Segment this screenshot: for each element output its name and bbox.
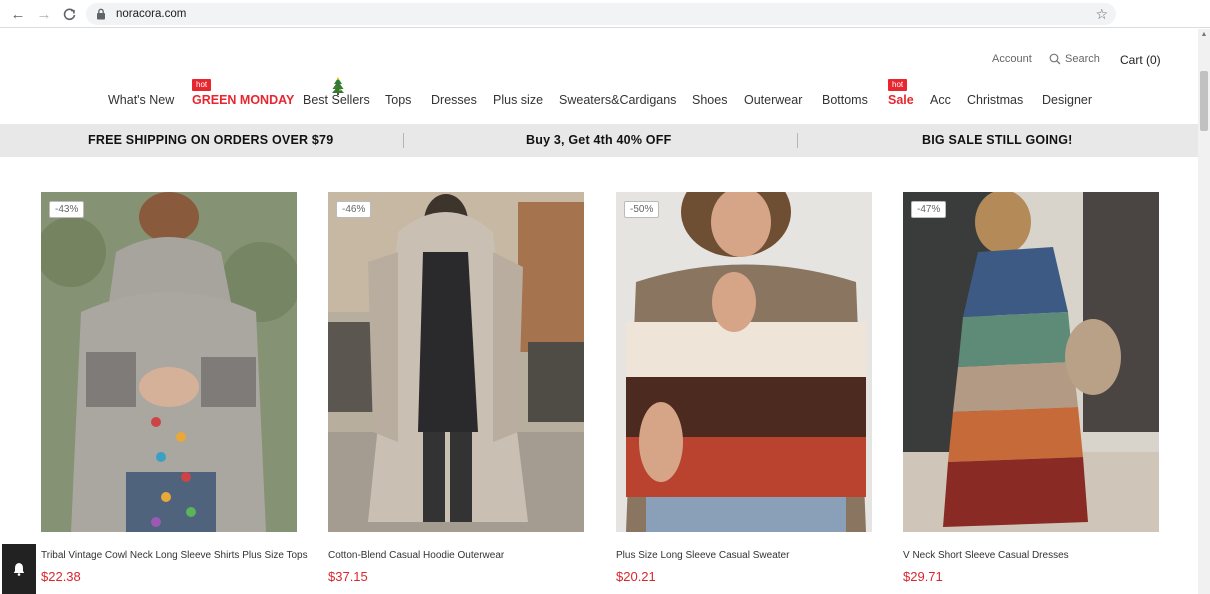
reload-icon[interactable]: [59, 4, 79, 24]
forward-arrow-icon[interactable]: →: [34, 4, 54, 24]
nav-sale[interactable]: hot Sale: [888, 79, 914, 107]
promo-divider: [797, 133, 798, 148]
promo-free-shipping[interactable]: FREE SHIPPING ON ORDERS OVER $79: [88, 133, 333, 147]
account-label: Account: [992, 53, 1032, 65]
product-price: $22.38: [41, 569, 81, 584]
nav-bottoms[interactable]: Bottoms: [822, 93, 868, 107]
nav-outerwear[interactable]: Outerwear: [744, 93, 802, 107]
product-price: $37.15: [328, 569, 368, 584]
search-label: Search: [1065, 53, 1100, 65]
nav-christmas[interactable]: Christmas: [967, 93, 1023, 107]
nav-sweaters-cardigans[interactable]: Sweaters&Cardigans: [559, 93, 676, 107]
main-navigation: What's New hot GREEN MONDAY Best Sellers…: [0, 77, 1198, 112]
bookmark-star-icon[interactable]: ☆: [1095, 6, 1108, 23]
cart-label: Cart (0): [1120, 53, 1161, 67]
lock-icon: [96, 8, 108, 20]
product-card[interactable]: -46% Cotton-Blend Casual Hoodie Outerwea…: [328, 192, 584, 584]
product-title[interactable]: Tribal Vintage Cowl Neck Long Sleeve Shi…: [41, 550, 308, 561]
nav-sale-label: Sale: [888, 93, 914, 107]
search-icon: [1049, 53, 1061, 65]
promo-buy-3[interactable]: Buy 3, Get 4th 40% OFF: [526, 133, 671, 147]
hot-badge: hot: [192, 79, 212, 91]
product-title[interactable]: Plus Size Long Sleeve Casual Sweater: [616, 550, 872, 561]
product-card[interactable]: -47% V Neck Short Sleeve Casual Dresses …: [903, 192, 1159, 584]
address-bar[interactable]: noracora.com ☆: [86, 3, 1116, 25]
bell-icon: [13, 562, 25, 576]
christmas-tree-icon: [331, 77, 345, 95]
product-price: $20.21: [616, 569, 656, 584]
nav-designer[interactable]: Designer: [1042, 93, 1092, 107]
promo-bar: FREE SHIPPING ON ORDERS OVER $79 Buy 3, …: [0, 124, 1198, 157]
product-image[interactable]: -43%: [41, 192, 297, 532]
discount-badge: -50%: [624, 201, 660, 218]
nav-acc[interactable]: Acc: [930, 93, 951, 107]
product-card[interactable]: -50% Plus Size Long Sleeve Casual Sweate…: [616, 192, 872, 584]
product-price: $29.71: [903, 569, 943, 584]
nav-best-sellers-label: Best Sellers: [303, 93, 370, 107]
cart-link[interactable]: Cart (0): [1120, 53, 1161, 67]
nav-plus-size[interactable]: Plus size: [493, 93, 543, 107]
account-link[interactable]: Account: [992, 53, 1032, 65]
promo-divider: [403, 133, 404, 148]
nav-dresses[interactable]: Dresses: [431, 93, 477, 107]
nav-tops[interactable]: Tops: [385, 93, 411, 107]
page-scrollbar[interactable]: ▲: [1198, 29, 1210, 594]
nav-whats-new[interactable]: What's New: [108, 93, 174, 107]
product-title[interactable]: V Neck Short Sleeve Casual Dresses: [903, 550, 1159, 561]
product-card[interactable]: -43% Tribal Vintage Cowl Neck Long Sleev…: [41, 192, 308, 584]
notification-bell-button[interactable]: [2, 544, 36, 594]
discount-badge: -46%: [336, 201, 372, 218]
product-image[interactable]: -50%: [616, 192, 872, 532]
product-title[interactable]: Cotton-Blend Casual Hoodie Outerwear: [328, 550, 584, 561]
promo-big-sale[interactable]: BIG SALE STILL GOING!: [922, 133, 1073, 147]
discount-badge: -43%: [49, 201, 85, 218]
product-image[interactable]: -47%: [903, 192, 1159, 532]
scroll-up-arrow-icon[interactable]: ▲: [1198, 31, 1210, 41]
nav-best-sellers[interactable]: Best Sellers: [303, 77, 370, 107]
scroll-thumb[interactable]: [1200, 71, 1208, 131]
discount-badge: -47%: [911, 201, 947, 218]
product-image[interactable]: -46%: [328, 192, 584, 532]
hot-badge: hot: [888, 79, 908, 91]
nav-green-monday[interactable]: hot GREEN MONDAY: [192, 79, 295, 107]
nav-shoes[interactable]: Shoes: [692, 93, 727, 107]
url-text: noracora.com: [116, 8, 187, 20]
browser-toolbar: ← → noracora.com ☆: [0, 0, 1210, 28]
back-arrow-icon[interactable]: ←: [8, 4, 28, 24]
nav-green-monday-label: GREEN MONDAY: [192, 93, 295, 107]
search-link[interactable]: Search: [1049, 53, 1100, 65]
